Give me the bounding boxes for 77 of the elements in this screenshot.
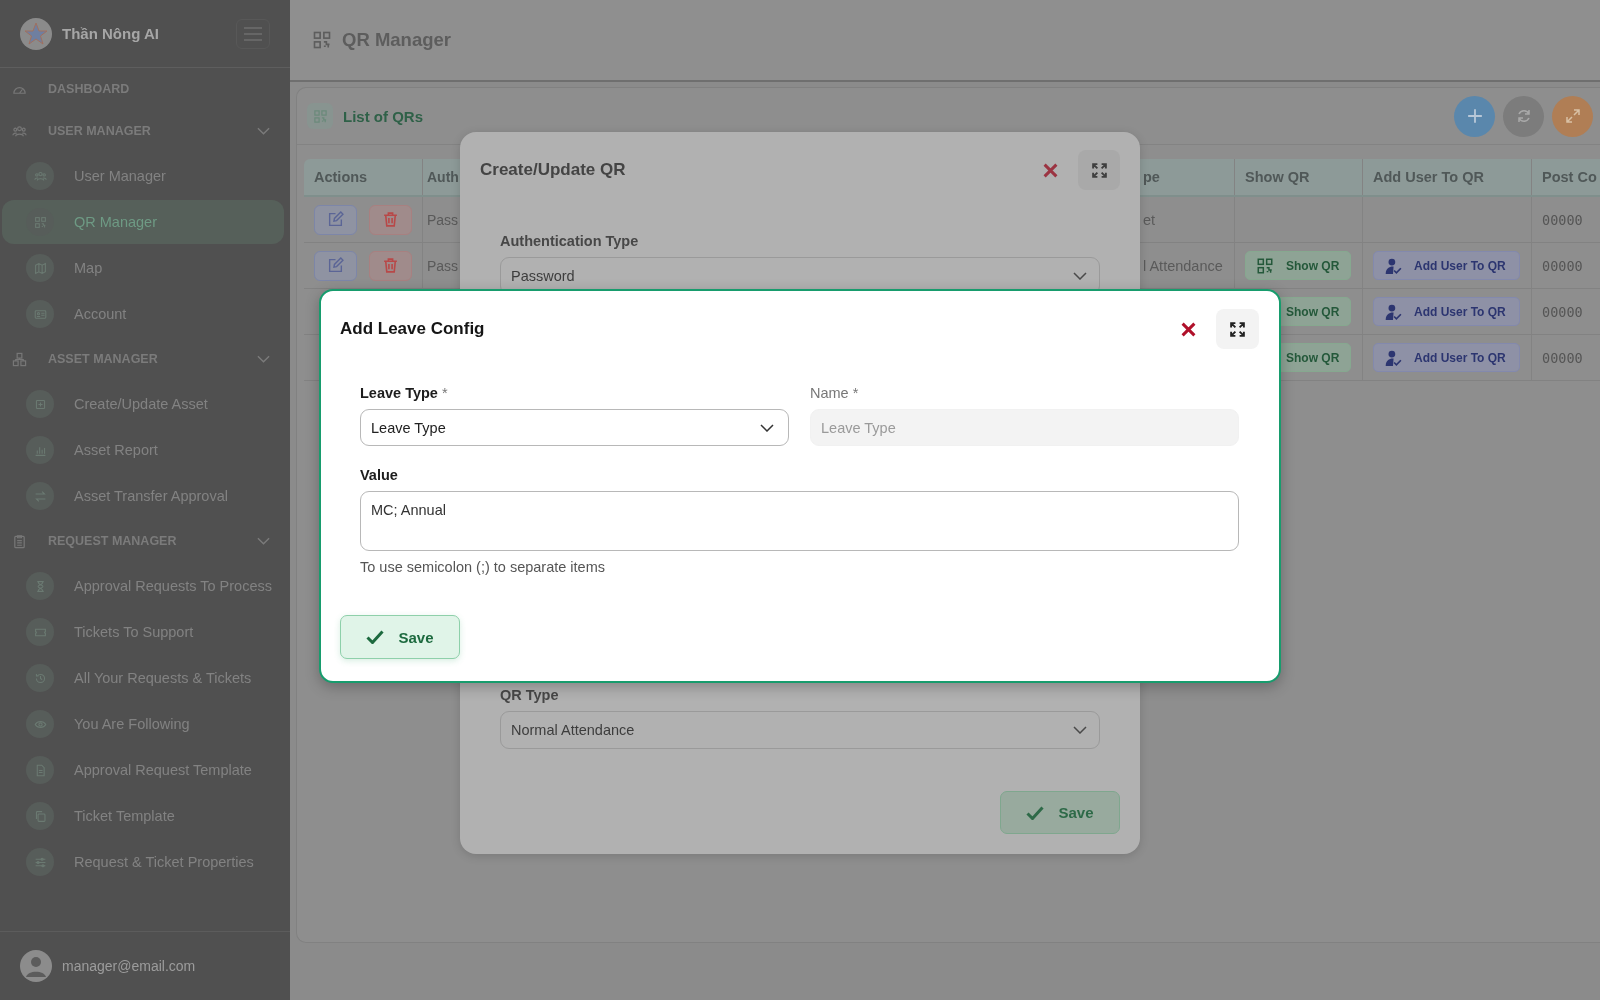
edit-icon [327,257,344,274]
trash-icon [382,257,399,274]
dialog-title: Add Leave Config [340,319,486,339]
chevron-down-icon [257,127,270,135]
table-cell: 00000 [1542,349,1583,366]
plus-square-icon [33,397,47,411]
table-cell: 00000 [1542,303,1583,320]
qr-code-icon [33,215,47,229]
star-logo-icon [20,17,52,50]
copy-icon [33,809,47,823]
id-card-icon [33,307,47,321]
edit-icon [327,211,344,228]
column-header: Actions [313,168,369,187]
user-check-icon [1384,348,1402,367]
select-field[interactable]: Normal Attendance [500,711,1100,749]
expand-icon [1229,320,1246,338]
chevron-down-icon [1073,726,1087,734]
save-button[interactable]: Save [1000,791,1120,834]
check-icon [366,630,385,644]
delete-button[interactable] [369,250,412,281]
export-button[interactable] [1552,95,1593,137]
field-label: Value [360,467,398,483]
expand-icon [1090,161,1108,179]
history-icon [33,671,47,685]
select-field[interactable]: Leave Type [360,409,789,446]
help-text: To use semicolon (;) to separate items [360,559,605,575]
column-header: Add User To QR [1362,159,1531,195]
user-email: manager@email.com [62,958,196,974]
add-button[interactable] [1454,95,1495,137]
add-user-button[interactable]: Add User To QR [1373,343,1520,372]
close-icon[interactable] [1181,321,1196,337]
field-label: Name * [810,385,859,401]
maximize-button[interactable] [1216,309,1259,349]
clipboard-icon [12,533,27,549]
add-user-button[interactable]: Add User To QR [1373,297,1520,326]
dialog-title: Create/Update QR [480,160,627,180]
save-button[interactable]: Save [340,615,460,659]
brand-name: Thần Nông AI [62,25,160,42]
column-header: Post Co [1531,159,1600,195]
column-header: pe [1142,168,1161,187]
user-check-icon [1384,256,1402,275]
qr-code-icon [312,30,332,50]
show-qr-button[interactable]: Show QR [1245,251,1351,280]
edit-button[interactable] [314,250,357,281]
table-cell: 00000 [1542,211,1583,228]
column-header: Show QR [1234,159,1362,195]
chevron-down-icon [1073,272,1087,280]
trash-icon [382,211,399,228]
card-title: List of QRs [343,107,424,125]
user-check-icon [1384,302,1402,321]
table-cell: 00000 [1542,257,1583,274]
close-icon[interactable] [1043,162,1058,178]
field-label: Authentication Type [500,233,640,249]
add-user-button[interactable]: Add User To QR [1373,251,1520,280]
chevron-down-icon [257,355,270,363]
field-label: Leave Type * [360,385,448,401]
check-icon [1026,805,1045,820]
avatar-icon [20,950,52,982]
expand-arrows-icon [1564,108,1581,124]
chevron-down-icon [760,423,774,432]
edit-button[interactable] [314,204,357,235]
qr-code-icon [1256,256,1274,275]
people-icon [12,123,27,139]
refresh-icon [1515,108,1532,124]
boxes-icon [12,351,27,367]
people-icon [33,169,47,183]
arrows-icon [33,489,47,503]
nav-item[interactable]: QR Manager [2,200,284,244]
chevron-down-icon [257,537,270,545]
refresh-button[interactable] [1503,95,1544,137]
field-label: QR Type [500,687,560,703]
delete-button[interactable] [369,204,412,235]
sliders-icon [33,855,47,869]
value-field[interactable]: MC; Annual [360,491,1239,551]
qr-code-icon [312,108,328,124]
plus-icon [1466,108,1483,124]
map-icon [33,261,47,275]
